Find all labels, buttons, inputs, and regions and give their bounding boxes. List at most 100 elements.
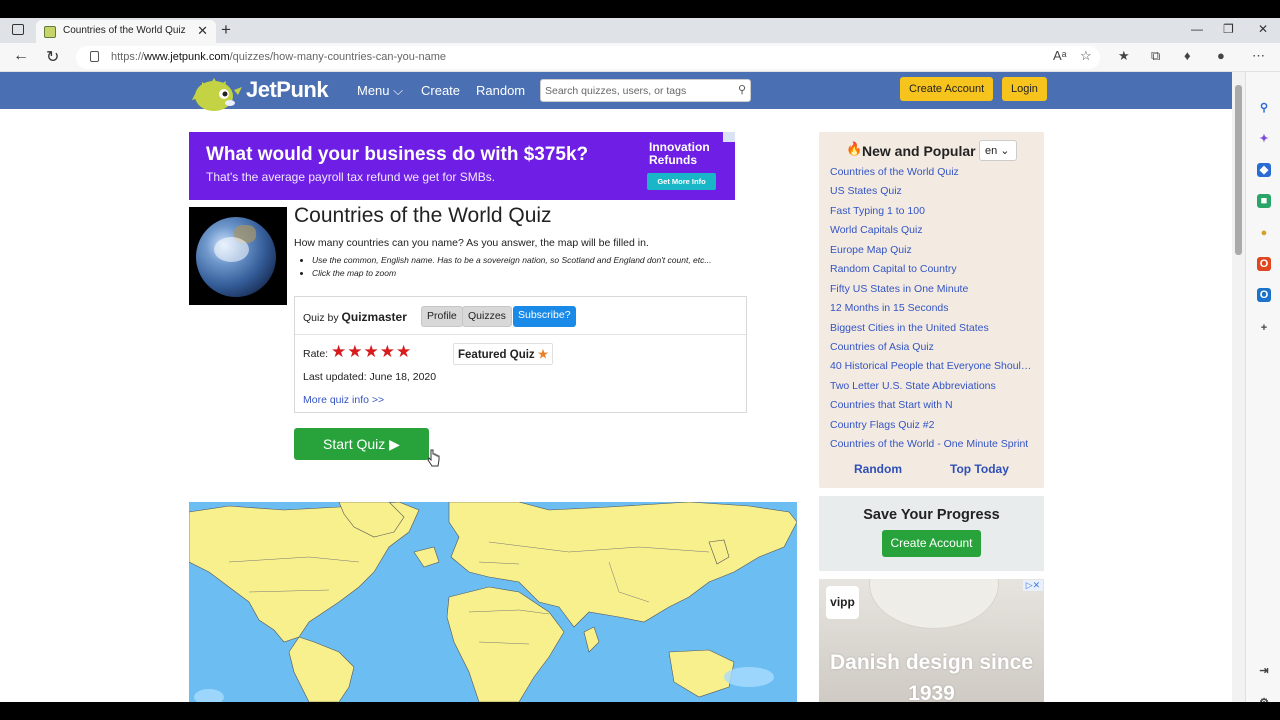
ad-right-title: Innovation Refunds (649, 140, 710, 167)
close-window-icon[interactable]: ✕ (1258, 22, 1268, 36)
popular-quiz-link[interactable]: Countries that Start with N (830, 398, 1031, 417)
tools-icon[interactable]: ■ (1257, 194, 1271, 208)
page-scrollbar[interactable] (1232, 72, 1245, 702)
address-bar: ← ↻ https://www.jetpunk.com/quizzes/how-… (0, 43, 1280, 72)
quiz-thumbnail-earth (189, 207, 287, 305)
url-field[interactable]: https://www.jetpunk.com/quizzes/how-many… (76, 46, 1100, 69)
top-advertisement[interactable]: What would your business do with $375k? … (189, 132, 735, 200)
popular-quiz-link[interactable]: Countries of the World Quiz (830, 165, 1031, 184)
popular-quiz-link[interactable]: Fifty US States in One Minute (830, 282, 1031, 301)
refresh-icon[interactable]: ↻ (46, 47, 59, 67)
popular-quiz-link[interactable]: US States Quiz (830, 184, 1031, 203)
hand-cursor-icon (427, 449, 440, 467)
popular-quiz-link[interactable]: Random Capital to Country (830, 262, 1031, 281)
search-input[interactable] (545, 83, 725, 99)
more-icon[interactable]: ⋯ (1252, 48, 1265, 64)
scrollbar-thumb[interactable] (1235, 85, 1242, 255)
games-icon[interactable]: ● (1257, 226, 1271, 240)
jetpunk-logo[interactable]: JetPunk (190, 70, 335, 115)
save-progress-panel: Save Your Progress Create Account (819, 496, 1044, 571)
browser-window: Countries of the World Quiz ✕ + — ❐ ✕ ← … (0, 18, 1280, 702)
collections-icon[interactable]: ⧉ (1151, 48, 1160, 64)
popular-quiz-link[interactable]: Country Flags Quiz #2 (830, 418, 1031, 437)
quiz-rule: Use the common, English name. Has to be … (312, 255, 711, 265)
world-map[interactable] (189, 502, 797, 702)
nav-create[interactable]: Create (421, 83, 460, 98)
read-aloud-icon[interactable]: Aᵃ (1053, 48, 1067, 63)
profile-avatar-icon[interactable]: ● (1217, 48, 1225, 63)
close-tab-icon[interactable]: ✕ (197, 23, 208, 39)
favorites-icon[interactable]: ★ (1118, 48, 1130, 64)
browser-essentials-icon[interactable]: ♦ (1184, 48, 1191, 63)
hide-sidebar-icon[interactable]: ⇥ (1257, 664, 1271, 678)
side-advertisement[interactable]: vipp Danish design since 1939 ▷✕ (819, 579, 1044, 702)
outlook-icon[interactable]: O (1257, 288, 1271, 302)
rate-label: Rate: (303, 348, 329, 360)
ad-headline: What would your business do with $375k? (206, 144, 589, 165)
edge-sidebar: ⚲ ✦ ◆ ■ ● O O + ⇥ ⚙ (1245, 72, 1280, 702)
login-button[interactable]: Login (1002, 77, 1047, 101)
quiz-info-box: Quiz by Quizmaster Profile Quizzes Subsc… (294, 296, 747, 413)
office-icon[interactable]: O (1257, 257, 1271, 271)
fire-icon: 🔥 (846, 141, 863, 156)
nav-random[interactable]: Random (476, 83, 525, 98)
back-icon[interactable]: ← (13, 47, 29, 65)
author-name[interactable]: Quizmaster (342, 310, 407, 324)
create-account-green-button[interactable]: Create Account (882, 530, 981, 557)
popular-quiz-link[interactable]: Countries of the World - One Minute Spri… (830, 437, 1031, 456)
popular-quiz-link[interactable]: World Capitals Quiz (830, 223, 1031, 242)
lamp-image (869, 579, 999, 629)
site-header: JetPunk Menu ⌵ Create Random ⚲ Create Ac… (0, 72, 1232, 111)
vipp-logo: vipp (826, 586, 859, 619)
popular-quiz-link[interactable]: Countries of Asia Quiz (830, 340, 1031, 359)
tab-strip: Countries of the World Quiz ✕ + — ❐ ✕ (0, 18, 1280, 44)
restore-icon[interactable]: ❐ (1223, 22, 1234, 36)
create-account-button[interactable]: Create Account (900, 77, 994, 101)
favorite-add-icon[interactable]: ☆ (1080, 48, 1092, 64)
popular-quiz-link[interactable]: 40 Historical People that Everyone Shoul… (830, 359, 1031, 378)
last-updated: Last updated: June 18, 2020 (303, 371, 437, 383)
ad-subtext: That's the average payroll tax refund we… (206, 170, 496, 184)
quiz-title: Countries of the World Quiz (294, 204, 552, 227)
add-sidebar-icon[interactable]: + (1257, 321, 1271, 335)
lock-icon (90, 51, 99, 62)
divider (295, 334, 746, 335)
search-icon[interactable]: ⚲ (738, 83, 746, 96)
new-tab-icon[interactable]: + (221, 20, 231, 40)
tab-title: Countries of the World Quiz (63, 25, 186, 36)
sidebar-settings-icon[interactable]: ⚙ (1257, 696, 1271, 702)
subscribe-button[interactable]: Subscribe? (513, 306, 576, 327)
jetpunk-favicon-icon (44, 26, 56, 38)
ad-close-icon[interactable]: ▷✕ (1023, 580, 1043, 591)
popular-quiz-link[interactable]: Europe Map Quiz (830, 243, 1031, 262)
featured-star-icon: ★ (537, 349, 549, 361)
popular-quiz-link[interactable]: Biggest Cities in the United States (830, 321, 1031, 340)
rating-stars[interactable]: ★★★★★ (331, 342, 412, 362)
popular-quiz-link[interactable]: Fast Typing 1 to 100 (830, 204, 1031, 223)
adchoices-icon[interactable] (723, 132, 735, 142)
logo-text: JetPunk (246, 77, 329, 102)
quiz-description: How many countries can you name? As you … (294, 237, 649, 249)
tab-actions-icon[interactable] (12, 24, 24, 35)
copilot-icon[interactable]: ✦ (1257, 132, 1271, 146)
start-quiz-button[interactable]: Start Quiz ▶ (294, 428, 429, 460)
browser-tab[interactable]: Countries of the World Quiz ✕ (36, 20, 216, 44)
ad-cta-button[interactable]: Get More Info (647, 173, 716, 190)
minimize-icon[interactable]: — (1191, 22, 1203, 36)
top-today-link[interactable]: Top Today (950, 462, 1009, 476)
popular-quiz-link[interactable]: 12 Months in 15 Seconds (830, 301, 1031, 320)
save-progress-title: Save Your Progress (863, 507, 1000, 523)
popular-quiz-link[interactable]: Two Letter U.S. State Abbreviations (830, 379, 1031, 398)
nav-menu[interactable]: Menu ⌵ (357, 83, 403, 99)
random-link[interactable]: Random (854, 462, 902, 476)
more-quiz-info-link[interactable]: More quiz info >> (303, 394, 384, 406)
shopping-icon[interactable]: ◆ (1257, 163, 1271, 177)
quiz-rules: Use the common, English name. Has to be … (312, 255, 711, 281)
profile-button[interactable]: Profile (421, 306, 463, 327)
popular-quiz-list: Countries of the World Quiz US States Qu… (830, 165, 1031, 457)
search-box[interactable]: ⚲ (540, 79, 751, 102)
quizzes-button[interactable]: Quizzes (462, 306, 512, 327)
search-sidebar-icon[interactable]: ⚲ (1257, 101, 1271, 115)
panel-title: New and Popular (862, 143, 976, 159)
language-select[interactable]: en ⌄ (979, 140, 1017, 161)
